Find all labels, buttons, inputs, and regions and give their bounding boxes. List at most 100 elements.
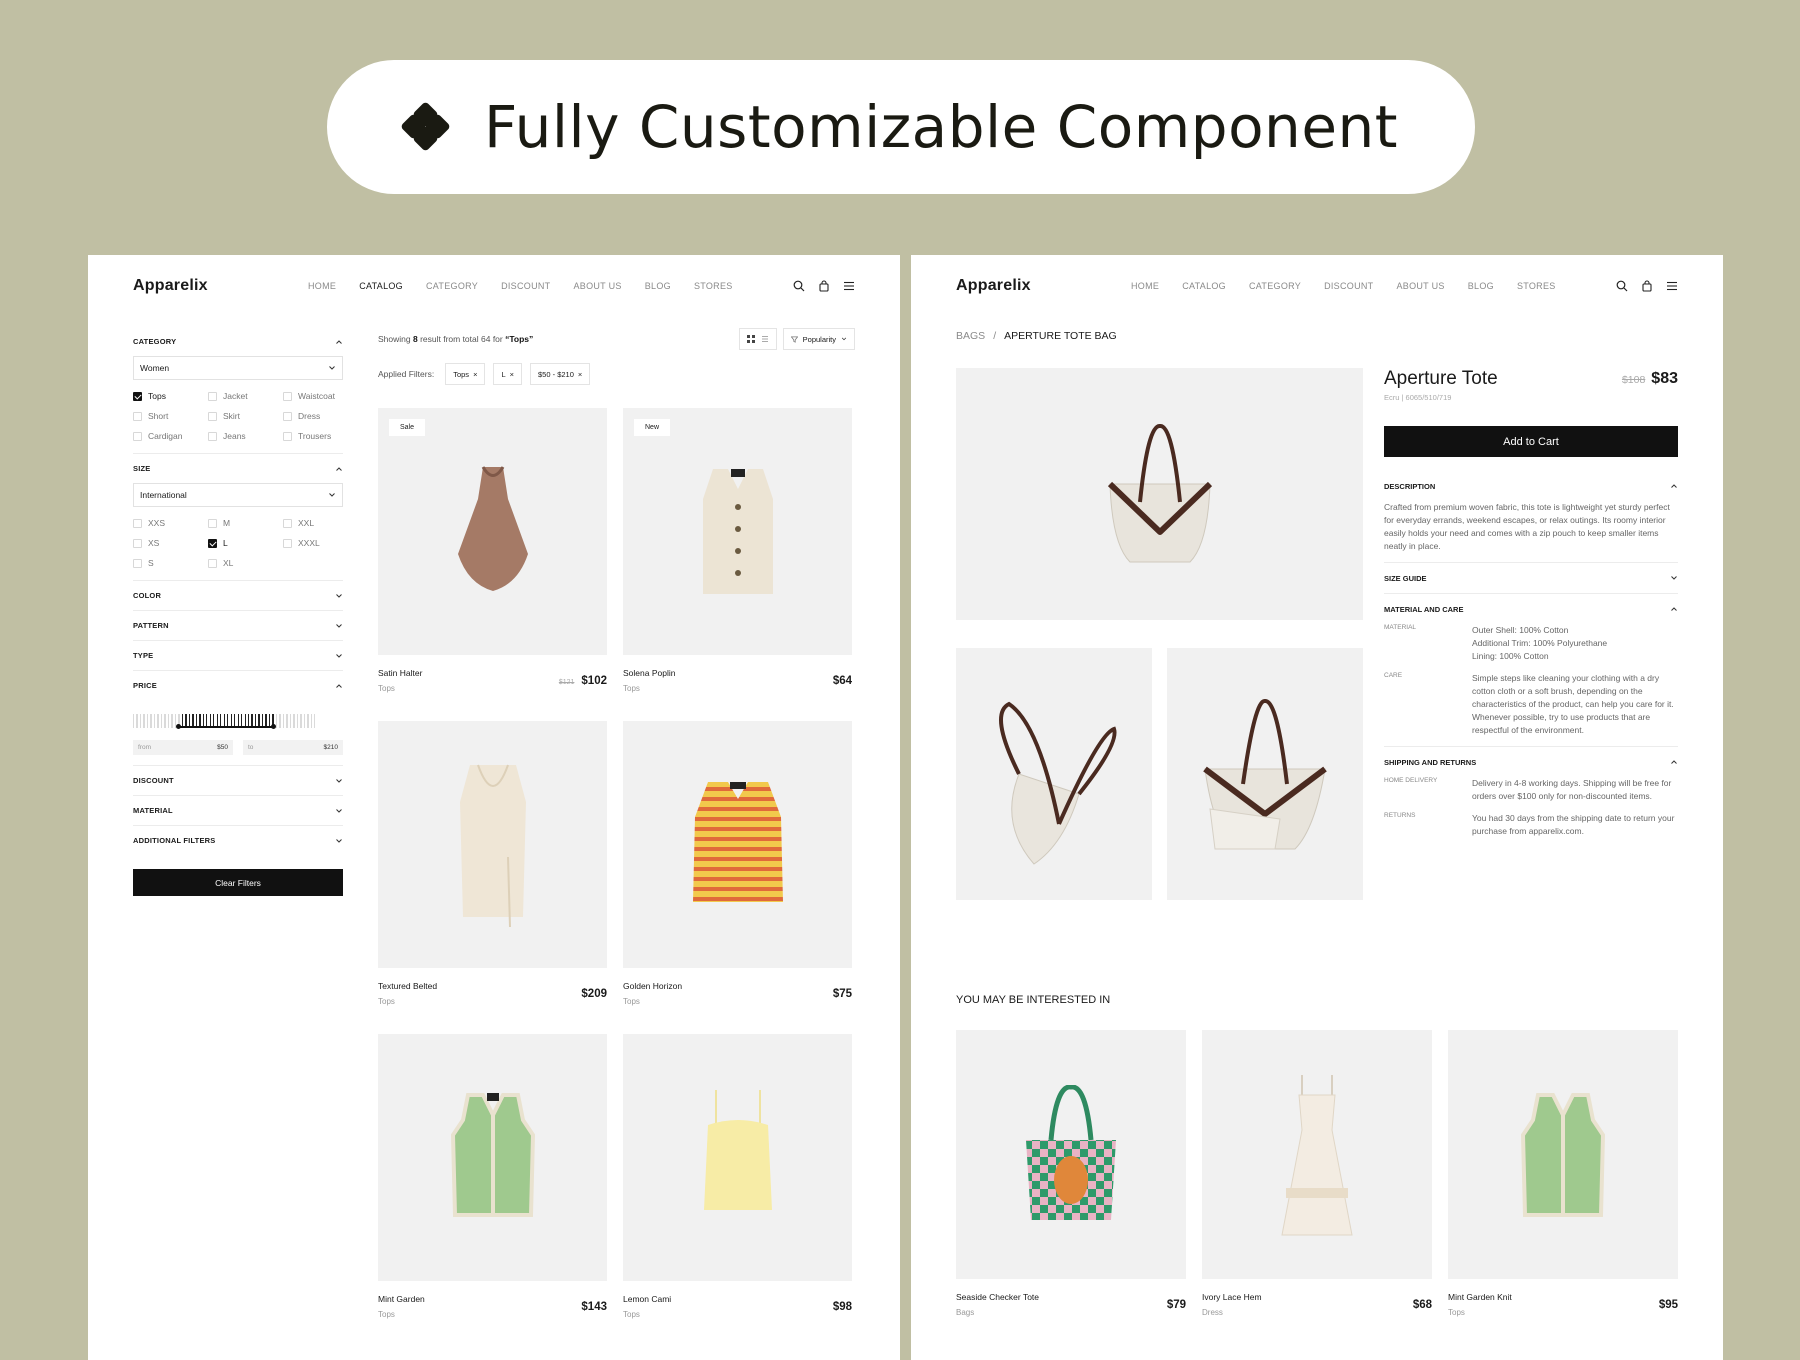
brand-logo[interactable]: Apparelix	[956, 277, 1106, 295]
filter-checkbox-option[interactable]: Jeans	[208, 429, 283, 443]
accordion-size-guide[interactable]: SIZE GUIDE	[1384, 563, 1678, 594]
grid-view-icon[interactable]	[746, 335, 755, 343]
filter-checkbox-option[interactable]: S	[133, 556, 208, 570]
clear-filters-button[interactable]: Clear Filters	[133, 869, 343, 896]
related-card[interactable]: Mint Garden Knit Tops $95	[1448, 1030, 1678, 1317]
filter-checkbox-option[interactable]: XXXL	[283, 536, 343, 550]
checkbox-icon[interactable]	[208, 558, 217, 568]
nav-stores[interactable]: STORES	[694, 281, 733, 291]
gallery-thumb-image[interactable]	[956, 648, 1152, 900]
sort-dropdown[interactable]: Popularity	[782, 328, 855, 350]
checkbox-icon[interactable]	[208, 411, 217, 421]
filter-checkbox-option[interactable]: Trousers	[283, 429, 343, 443]
checkbox-icon[interactable]	[133, 558, 142, 568]
size-system-select[interactable]: International	[133, 483, 343, 507]
filter-checkbox-option[interactable]: Tops	[133, 389, 208, 403]
checkbox-checked-icon[interactable]	[208, 538, 217, 548]
nav-category[interactable]: CATEGORY	[1249, 281, 1301, 291]
search-icon[interactable]	[793, 280, 805, 292]
filter-category-header[interactable]: CATEGORY	[133, 327, 343, 356]
checkbox-icon[interactable]	[133, 431, 142, 441]
product-card[interactable]: Textured Belted Tops $209	[378, 721, 607, 1034]
breadcrumb-parent[interactable]: BAGS	[956, 330, 985, 342]
filter-discount[interactable]: DISCOUNT	[133, 766, 343, 796]
filter-additional[interactable]: ADDITIONAL FILTERS	[133, 826, 343, 855]
accordion-description-header[interactable]: DESCRIPTION	[1384, 471, 1678, 501]
filter-size-header[interactable]: SIZE	[133, 454, 343, 483]
related-card[interactable]: Seaside Checker Tote Bags $79	[956, 1030, 1186, 1317]
checkbox-icon[interactable]	[283, 431, 292, 441]
brand-logo[interactable]: Apparelix	[133, 277, 283, 295]
shopping-bag-icon[interactable]	[1641, 280, 1653, 292]
filter-color[interactable]: COLOR	[133, 581, 343, 611]
filter-price-header[interactable]: PRICE	[133, 671, 343, 700]
filter-checkbox-option[interactable]: Cardigan	[133, 429, 208, 443]
filter-type[interactable]: TYPE	[133, 641, 343, 671]
nav-category[interactable]: CATEGORY	[426, 281, 478, 291]
view-toggle[interactable]	[738, 328, 777, 350]
filter-chip[interactable]: L ×	[493, 363, 523, 385]
filter-checkbox-option[interactable]: XXL	[283, 516, 343, 530]
close-icon[interactable]: ×	[510, 370, 514, 379]
nav-about-us[interactable]: ABOUT US	[1396, 281, 1444, 291]
filter-material[interactable]: MATERIAL	[133, 796, 343, 826]
nav-blog[interactable]: BLOG	[645, 281, 671, 291]
checkbox-icon[interactable]	[283, 391, 292, 401]
checkbox-icon[interactable]	[208, 518, 217, 528]
list-view-icon[interactable]	[761, 335, 769, 343]
filter-checkbox-option[interactable]: Jacket	[208, 389, 283, 403]
filter-checkbox-option[interactable]: Skirt	[208, 409, 283, 423]
product-card[interactable]: Lemon Cami Tops $98	[623, 1034, 852, 1347]
price-range-slider[interactable]	[133, 704, 343, 729]
nav-stores[interactable]: STORES	[1517, 281, 1556, 291]
related-card[interactable]: Ivory Lace Hem Dress $68	[1202, 1030, 1432, 1317]
filter-checkbox-option[interactable]: XXS	[133, 516, 208, 530]
product-card[interactable]: Mint Garden Tops $143	[378, 1034, 607, 1347]
shopping-bag-icon[interactable]	[818, 280, 830, 292]
filter-checkbox-option[interactable]: L	[208, 536, 283, 550]
nav-home[interactable]: HOME	[308, 281, 336, 291]
search-icon[interactable]	[1616, 280, 1628, 292]
accordion-material-header[interactable]: MATERIAL AND CARE	[1384, 594, 1678, 624]
checkbox-icon[interactable]	[133, 518, 142, 528]
add-to-cart-button[interactable]: Add to Cart	[1384, 426, 1678, 457]
filter-checkbox-option[interactable]: M	[208, 516, 283, 530]
filter-checkbox-option[interactable]: Short	[133, 409, 208, 423]
price-from-input[interactable]: from $50	[133, 740, 233, 755]
filter-checkbox-option[interactable]: XS	[133, 536, 208, 550]
filter-chip[interactable]: $50 - $210 ×	[530, 363, 591, 385]
close-icon[interactable]: ×	[473, 370, 477, 379]
menu-icon[interactable]	[843, 280, 855, 292]
category-select[interactable]: Women	[133, 356, 343, 380]
nav-about-us[interactable]: ABOUT US	[573, 281, 621, 291]
checkbox-icon[interactable]	[208, 431, 217, 441]
menu-icon[interactable]	[1666, 280, 1678, 292]
gallery-main-image[interactable]	[956, 368, 1363, 620]
nav-blog[interactable]: BLOG	[1468, 281, 1494, 291]
product-card[interactable]: Sale Satin Halter Tops $121 $102	[378, 408, 607, 721]
checkbox-icon[interactable]	[208, 391, 217, 401]
close-icon[interactable]: ×	[578, 370, 582, 379]
nav-catalog[interactable]: CATALOG	[1182, 281, 1226, 291]
filter-chip[interactable]: Tops ×	[445, 363, 486, 385]
filter-checkbox-option[interactable]: Waistcoat	[283, 389, 343, 403]
price-to-input[interactable]: to $210	[243, 740, 343, 755]
nav-catalog[interactable]: CATALOG	[359, 281, 403, 291]
nav-discount[interactable]: DISCOUNT	[501, 281, 550, 291]
product-card[interactable]: Golden Horizon Tops $75	[623, 721, 852, 1034]
checkbox-icon[interactable]	[133, 538, 142, 548]
checkbox-icon[interactable]	[133, 411, 142, 421]
price-range-handles[interactable]	[176, 724, 276, 729]
accordion-shipping-header[interactable]: SHIPPING AND RETURNS	[1384, 747, 1678, 777]
gallery-thumb-image[interactable]	[1167, 648, 1363, 900]
nav-discount[interactable]: DISCOUNT	[1324, 281, 1373, 291]
checkbox-icon[interactable]	[283, 538, 292, 548]
product-card[interactable]: New Solena Poplin Tops $64	[623, 408, 852, 721]
checkbox-icon[interactable]	[283, 411, 292, 421]
checkbox-icon[interactable]	[283, 518, 292, 528]
filter-pattern[interactable]: PATTERN	[133, 611, 343, 641]
filter-checkbox-option[interactable]: Dress	[283, 409, 343, 423]
filter-checkbox-option[interactable]: XL	[208, 556, 283, 570]
checkbox-checked-icon[interactable]	[133, 391, 142, 401]
nav-home[interactable]: HOME	[1131, 281, 1159, 291]
